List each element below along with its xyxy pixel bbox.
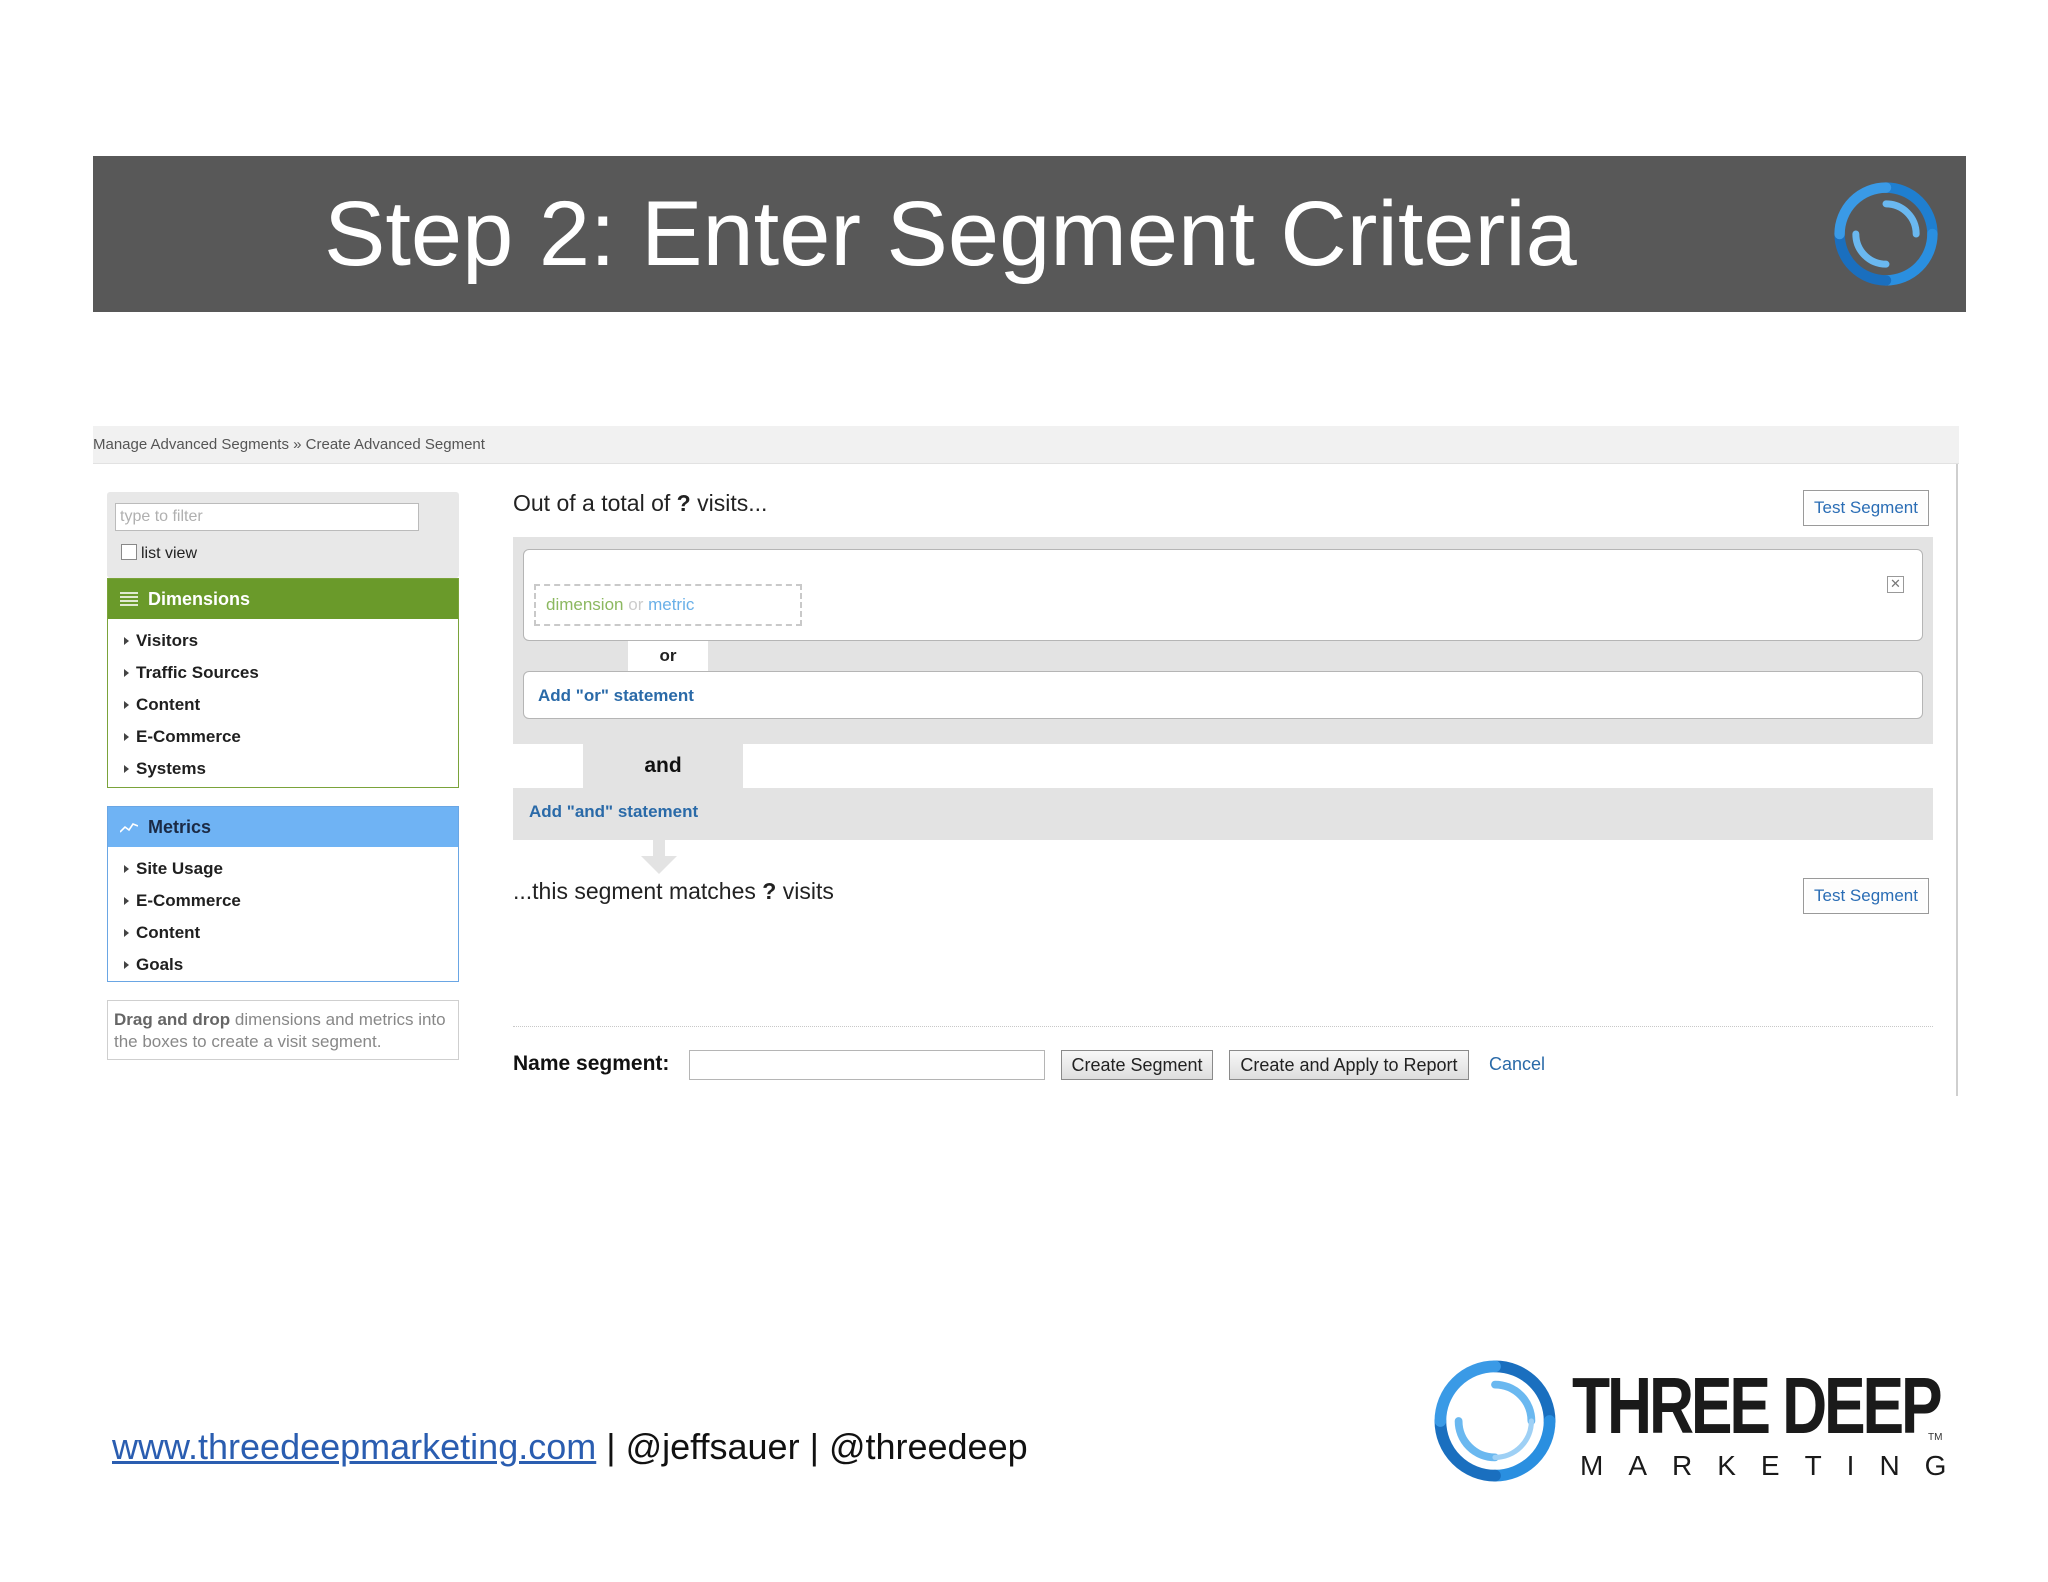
condition-box: dimension or metric ✕ <box>523 549 1923 641</box>
create-segment-button[interactable]: Create Segment <box>1061 1050 1213 1080</box>
dimensions-group: Dimensions Visitors Traffic Sources Cont… <box>107 578 459 788</box>
metrics-list: Site Usage E-Commerce Content Goals <box>108 847 458 981</box>
brand-swirl-icon <box>1434 1360 1556 1482</box>
dimensions-heading-label: Dimensions <box>148 589 251 609</box>
metric-item-ecommerce[interactable]: E-Commerce <box>108 885 458 917</box>
total-visits-question: Out of a total of ? visits... <box>513 490 767 517</box>
metrics-heading[interactable]: Metrics <box>108 807 458 847</box>
twitter-handle-threedeep: @threedeep <box>828 1426 1028 1467</box>
segment-matches-question: ...this segment matches ? visits <box>513 878 834 905</box>
and-label: and <box>583 744 743 788</box>
brand-trademark: TM <box>1928 1432 1943 1443</box>
drag-drop-hint: Drag and drop dimensions and metrics int… <box>107 1000 459 1060</box>
segment-matches-prefix: ...this segment matches <box>513 878 756 904</box>
total-visits-count: ? <box>676 490 691 516</box>
dimension-item-traffic-sources[interactable]: Traffic Sources <box>108 657 458 689</box>
cancel-link[interactable]: Cancel <box>1489 1054 1545 1075</box>
segment-matches-suffix: visits <box>782 878 834 904</box>
dimension-item-content[interactable]: Content <box>108 689 458 721</box>
swirl-logo-icon <box>1834 182 1938 286</box>
panel-border <box>1956 464 1959 1096</box>
test-segment-button-bottom[interactable]: Test Segment <box>1803 878 1929 914</box>
metric-item-content[interactable]: Content <box>108 917 458 949</box>
drop-metric-text: metric <box>648 595 695 614</box>
add-or-statement-link[interactable]: Add "or" statement <box>538 686 694 706</box>
segment-builder: Out of a total of ? visits... Test Segme… <box>513 464 1933 1096</box>
name-segment-label: Name segment: <box>513 1052 670 1075</box>
drop-or-text: or <box>628 595 644 614</box>
dimensions-list: Visitors Traffic Sources Content E-Comme… <box>108 619 458 785</box>
filter-box: list view <box>107 492 459 578</box>
dimension-metric-drop-target[interactable]: dimension or metric <box>534 584 802 626</box>
slide-title-band: Step 2: Enter Segment Criteria <box>93 156 1966 312</box>
or-statement-box: Add "or" statement <box>523 671 1923 719</box>
metrics-heading-label: Metrics <box>148 817 212 837</box>
and-statement-bar: Add "and" statement <box>513 788 1933 840</box>
segment-matches-count: ? <box>762 878 777 904</box>
filter-input[interactable] <box>115 503 419 531</box>
breadcrumb[interactable]: Manage Advanced Segments » Create Advanc… <box>93 436 485 453</box>
down-arrow-icon <box>641 840 677 874</box>
test-segment-button-top[interactable]: Test Segment <box>1803 490 1929 526</box>
dimensions-heading[interactable]: Dimensions <box>108 579 458 619</box>
trend-line-icon <box>120 823 138 833</box>
dimension-item-visitors[interactable]: Visitors <box>108 625 458 657</box>
brand-logo: THREE DEEP TM MARKETING <box>1430 1346 1950 1498</box>
dimension-item-ecommerce[interactable]: E-Commerce <box>108 721 458 753</box>
slide-title: Step 2: Enter Segment Criteria <box>324 183 1577 285</box>
list-icon <box>120 592 138 606</box>
hint-bold: Drag and drop <box>114 1010 231 1029</box>
dimension-item-systems[interactable]: Systems <box>108 753 458 785</box>
create-and-apply-button[interactable]: Create and Apply to Report <box>1229 1050 1469 1080</box>
footer-separator-1: | <box>596 1426 626 1467</box>
list-view-label: list view <box>141 545 198 562</box>
name-segment-input[interactable] <box>689 1050 1045 1080</box>
twitter-handle-jeffsauer: @jeffsauer <box>625 1426 800 1467</box>
brand-subtitle: MARKETING <box>1580 1450 1972 1481</box>
analytics-screenshot: Manage Advanced Segments » Create Advanc… <box>93 426 1959 1096</box>
divider <box>513 1026 1933 1027</box>
total-visits-suffix: visits... <box>697 490 768 516</box>
metric-item-goals[interactable]: Goals <box>108 949 458 981</box>
website-link[interactable]: www.threedeepmarketing.com <box>112 1426 596 1467</box>
metric-item-site-usage[interactable]: Site Usage <box>108 853 458 885</box>
total-visits-prefix: Out of a total of <box>513 490 671 516</box>
remove-condition-icon[interactable]: ✕ <box>1887 576 1904 593</box>
list-view-toggle[interactable]: list view <box>121 544 197 563</box>
or-label: or <box>628 641 708 671</box>
footer-separator-2: | <box>799 1426 829 1467</box>
drop-dimension-text: dimension <box>546 595 624 614</box>
criteria-area: dimension or metric ✕ or Add "or" statem… <box>513 537 1933 744</box>
brand-name: THREE DEEP <box>1572 1361 1943 1450</box>
metrics-group: Metrics Site Usage E-Commerce Content Go… <box>107 806 459 982</box>
add-and-statement-link[interactable]: Add "and" statement <box>529 802 698 822</box>
breadcrumb-bar: Manage Advanced Segments » Create Advanc… <box>93 426 1959 464</box>
footer-links: www.threedeepmarketing.com | @jeffsauer … <box>112 1426 1028 1468</box>
list-view-checkbox[interactable] <box>121 544 137 560</box>
